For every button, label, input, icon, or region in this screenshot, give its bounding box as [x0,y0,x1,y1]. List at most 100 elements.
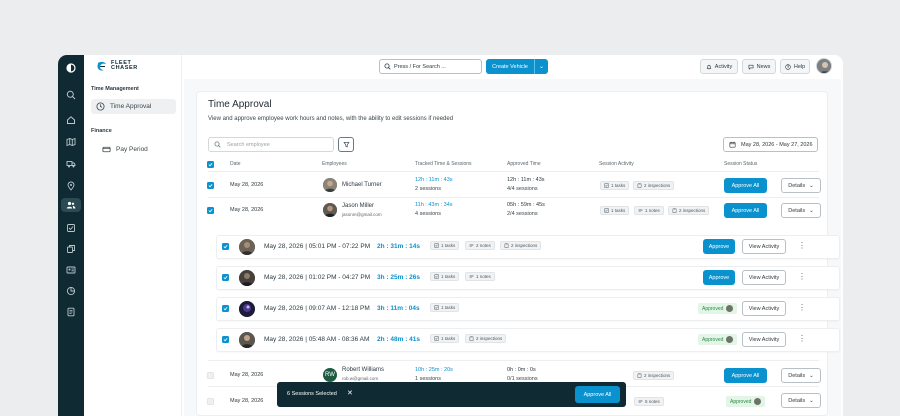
details-dropdown[interactable]: Details ⌄ [781,203,821,218]
top-bar: Press / For Search ... Create Vehicle ⌄ … [182,55,843,79]
session-checkbox[interactable] [222,336,229,343]
approved-status-badge: Approved [726,396,766,407]
document-icon[interactable] [64,305,78,319]
view-activity-label: View Activity [748,336,780,343]
inspections-label: 2 inspections [644,183,671,188]
selection-toast: 6 Sessions Selected ✕ Approve All [277,382,626,407]
view-activity-button[interactable]: View Activity [742,301,786,316]
fleet-chaser-logo[interactable]: FLEET CHASER [96,60,138,72]
users-icon[interactable] [61,198,81,212]
section-time-management: Time Management [91,86,139,92]
details-dropdown[interactable]: Details ⌄ [781,393,821,408]
row-checkbox[interactable] [207,372,214,379]
status-label: Approved [702,336,724,343]
session-avatar [239,332,255,348]
pie-chart-icon[interactable] [64,284,78,298]
approver-avatar [754,398,762,405]
more-options-icon[interactable]: ⋮ [798,272,806,281]
header-session-activity: Session Activity [599,161,634,167]
inspections-label: 2 inspections [476,336,503,341]
tasks-label: 1 tasks [611,208,626,213]
session-duration: 3h : 11m : 04s [377,305,420,312]
page-subtitle: View and approve employee work hours and… [208,116,454,122]
clipboard-icon [672,208,677,213]
row-checkbox[interactable] [207,207,214,214]
session-checkbox[interactable] [222,243,229,250]
tasks-tag: 1 tasks [430,241,460,250]
tasks-label: 1 tasks [441,243,456,248]
session-checkbox[interactable] [222,274,229,281]
approve-all-button[interactable]: Approve All [724,368,767,383]
sidebar-item-time-approval[interactable]: Time Approval [91,99,176,114]
app-switch-icon[interactable] [64,61,78,75]
filter-button[interactable] [338,137,354,152]
details-label: Details [788,207,806,214]
employee-name[interactable]: Jason Miller [342,203,374,209]
map-icon[interactable] [64,135,78,149]
news-label: News [756,63,771,70]
inspections-label: 2 inspections [644,373,671,378]
more-options-icon[interactable]: ⋮ [798,303,806,312]
search-icon[interactable] [64,88,78,102]
details-dropdown[interactable]: Details ⌄ [781,178,821,193]
check-square-icon [434,305,439,310]
date-range-picker[interactable]: May 28, 2026 - May 27, 2026 [723,137,818,152]
employee-search-input[interactable]: Search employee [208,137,334,152]
approve-session-button[interactable]: Approve [703,270,735,285]
approved-time: 12h : 11m : 43s [507,177,545,183]
more-options-icon[interactable]: ⋮ [798,334,806,343]
search-icon [214,141,221,148]
home-icon[interactable] [64,113,78,127]
sidebar-item-pay-period[interactable]: Pay Period [91,142,176,157]
clipboard-icon [469,336,474,341]
help-button[interactable]: Help [780,59,810,74]
check-square-icon [434,274,439,279]
news-button[interactable]: News [742,59,776,74]
row-checkbox[interactable] [207,398,214,405]
activity-button[interactable]: Activity [700,59,738,74]
session-time: May 28, 2026 | 05:01 PM - 07:22 PM [264,243,371,250]
inspections-tag: 2 inspections [668,206,710,215]
approved-status-badge: Approved [698,303,738,314]
global-search-placeholder: Press / For Search ... [394,63,446,70]
approve-all-selected-button[interactable]: Approve All [575,386,620,403]
truck-icon[interactable] [64,157,78,171]
approve-all-button[interactable]: Approve All [724,203,767,218]
view-activity-button[interactable]: View Activity [742,332,786,347]
tasks-tag: 1 tasks [430,303,460,312]
chevron-down-icon[interactable]: ⌄ [534,59,548,74]
notes-icon [638,399,643,404]
location-icon[interactable] [64,179,78,193]
employee-name[interactable]: Robert Williams [342,367,384,373]
notes-tag: 1 notes [634,206,664,215]
select-all-checkbox[interactable] [207,161,214,168]
view-activity-button[interactable]: View Activity [742,270,786,285]
chevron-down-icon: ⌄ [809,372,814,379]
details-dropdown[interactable]: Details ⌄ [781,368,821,383]
header-approved: Approved Time [507,161,541,167]
divider [208,171,819,172]
tasks-tag: 1 tasks [600,206,630,215]
copy-icon[interactable] [64,242,78,256]
global-search-input[interactable]: Press / For Search ... [379,59,482,74]
inspections-tag: 2 inspections [633,181,675,190]
session-checkbox[interactable] [222,305,229,312]
session-duration: 3h : 25m : 26s [377,274,420,281]
checklist-icon[interactable] [64,221,78,235]
create-vehicle-button[interactable]: Create Vehicle ⌄ [486,59,548,74]
session-duration: 2h : 31m : 14s [377,243,420,250]
user-avatar[interactable] [816,58,832,74]
employee-name[interactable]: Michael Turner [342,182,382,188]
employee-initials-avatar: RW [323,368,337,382]
id-card-icon[interactable] [64,263,78,277]
view-activity-button[interactable]: View Activity [742,239,786,254]
row-checkbox[interactable] [207,182,214,189]
close-icon[interactable]: ✕ [347,389,353,397]
view-activity-label: View Activity [748,274,780,281]
session-time: May 28, 2026 | 09:07 AM - 12:18 PM [264,305,370,312]
clipboard-icon [504,243,509,248]
inspections-tag: 2 inspections [500,241,542,250]
approve-session-button[interactable]: Approve [703,239,735,254]
more-options-icon[interactable]: ⋮ [798,241,806,250]
approve-all-button[interactable]: Approve All [724,178,767,193]
